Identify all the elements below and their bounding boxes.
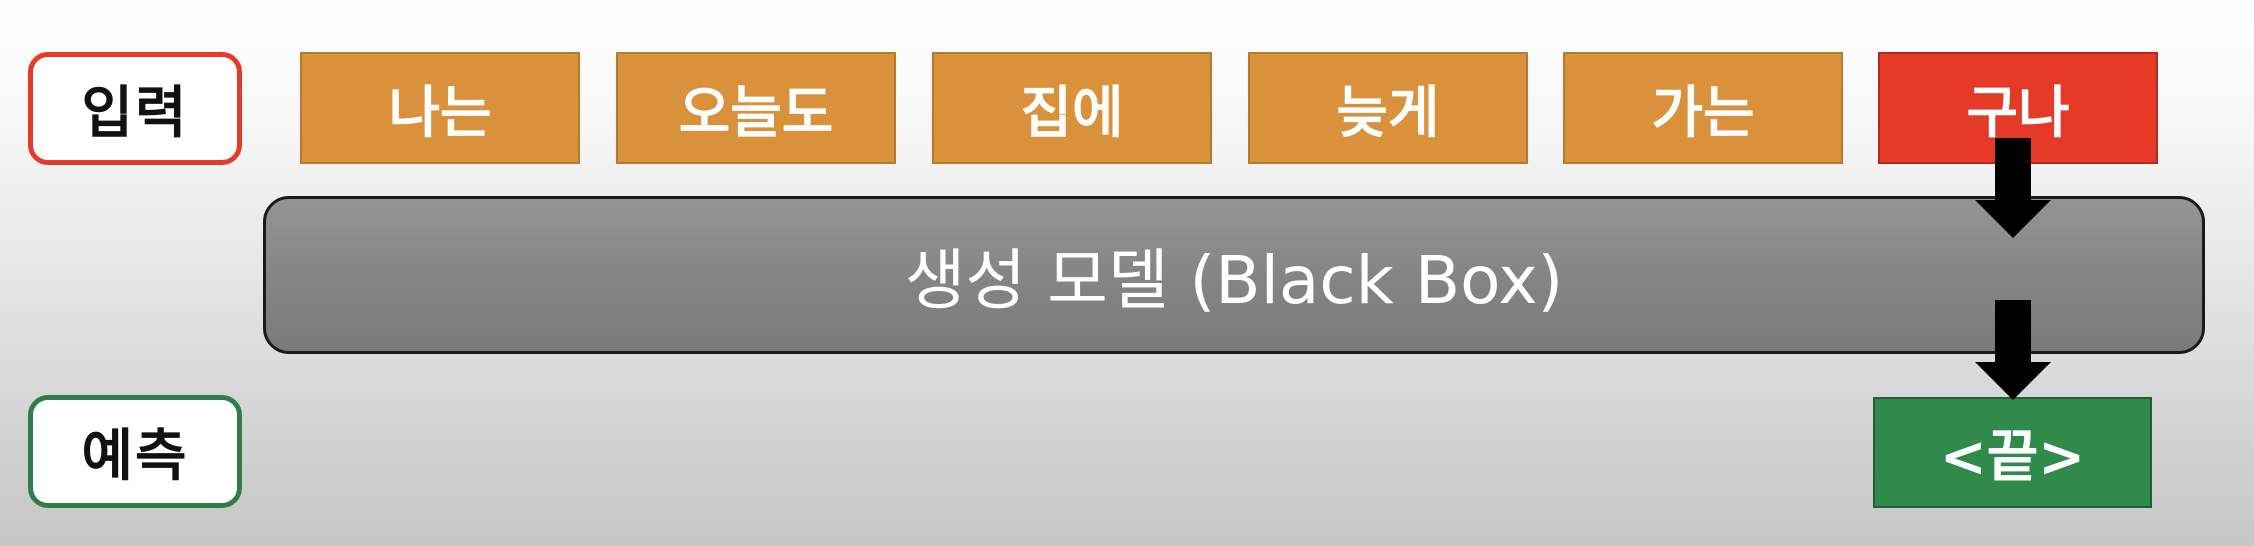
prediction-token: <끝> [1873, 397, 2152, 508]
prediction-label: 예측 [28, 395, 242, 508]
token-4: 늦게 [1248, 52, 1528, 164]
token-5: 가는 [1563, 52, 1843, 164]
input-arrow-down-icon [1975, 138, 2051, 238]
token-1: 나는 [300, 52, 580, 164]
token-3: 집에 [932, 52, 1212, 164]
output-arrow-down-icon [1975, 300, 2051, 400]
generative-model-box: 생성 모델 (Black Box) [263, 196, 2205, 354]
input-label: 입력 [28, 52, 242, 165]
token-2: 오늘도 [616, 52, 896, 164]
